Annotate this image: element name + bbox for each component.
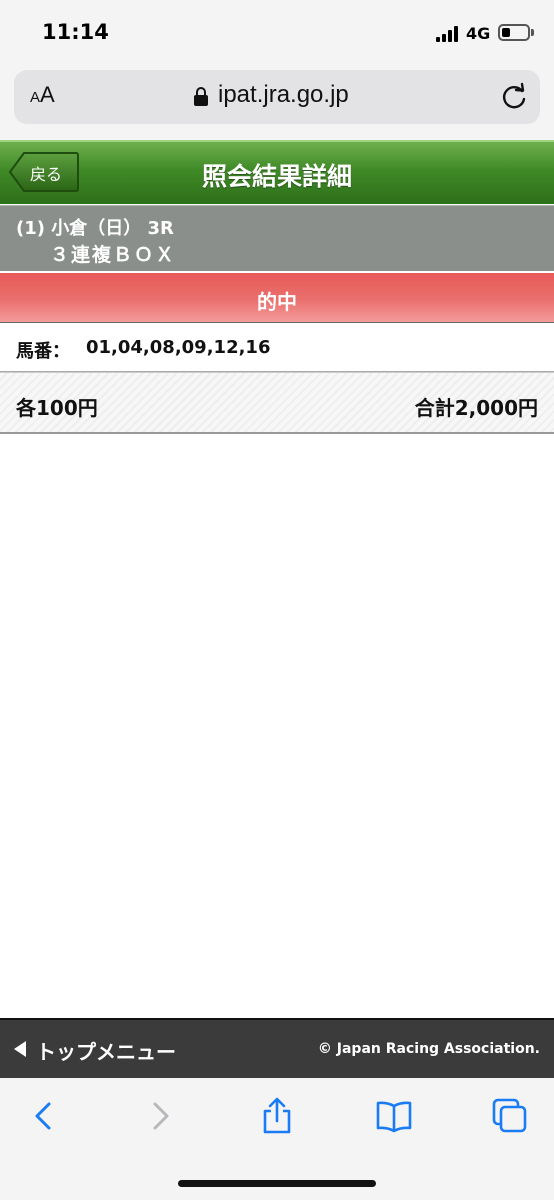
battery-cap bbox=[531, 29, 534, 36]
url-text[interactable]: ipat.jra.go.jp bbox=[218, 81, 349, 109]
horse-numbers-row: 馬番： 01,04,08,09,12,16 bbox=[0, 322, 554, 372]
horse-numbers-label: 馬番： bbox=[16, 341, 70, 362]
top-menu-label: トップメニュー bbox=[36, 1040, 176, 1064]
text-size-button[interactable]: AA bbox=[30, 82, 55, 108]
bookmarks-icon[interactable] bbox=[374, 1096, 414, 1136]
back-arrow-icon[interactable] bbox=[24, 1096, 64, 1136]
copyright: © Japan Racing Association. bbox=[317, 1041, 540, 1057]
tabs-icon[interactable] bbox=[490, 1096, 530, 1136]
page-header: 戻る 照会結果詳細 bbox=[0, 140, 554, 204]
race-venue: (1) 小倉（日） 3R bbox=[16, 218, 174, 239]
left-triangle-icon bbox=[14, 1041, 26, 1057]
page-title: 照会結果詳細 bbox=[201, 162, 352, 191]
result-banner: 的中 bbox=[0, 272, 554, 322]
signal-icon bbox=[436, 26, 460, 42]
browser-top-bar: AA ipat.jra.go.jp bbox=[0, 62, 554, 140]
lock-icon bbox=[194, 87, 208, 107]
home-indicator bbox=[178, 1180, 376, 1187]
race-info: (1) 小倉（日） 3R ３連複ＢＯＸ bbox=[0, 205, 554, 271]
battery-icon bbox=[498, 24, 530, 41]
amount-total: 合計2,000円 bbox=[414, 396, 538, 420]
reload-icon[interactable] bbox=[500, 82, 530, 112]
result-label: 的中 bbox=[257, 290, 297, 314]
amount-row: 各100円 合計2,000円 bbox=[0, 372, 554, 434]
amount-each: 各100円 bbox=[16, 396, 98, 420]
status-time: 11:14 bbox=[42, 20, 109, 44]
browser-toolbar bbox=[0, 1078, 554, 1200]
bet-type: ３連複ＢＯＸ bbox=[50, 244, 177, 266]
forward-arrow-icon[interactable] bbox=[140, 1096, 180, 1136]
footer-bar: トップメニュー © Japan Racing Association. bbox=[0, 1018, 554, 1078]
network-type: 4G bbox=[466, 24, 491, 43]
share-icon[interactable] bbox=[257, 1096, 297, 1136]
address-bar[interactable]: AA ipat.jra.go.jp bbox=[14, 70, 540, 124]
status-bar: 11:14 4G bbox=[0, 0, 554, 62]
horse-numbers-value: 01,04,08,09,12,16 bbox=[86, 337, 271, 358]
